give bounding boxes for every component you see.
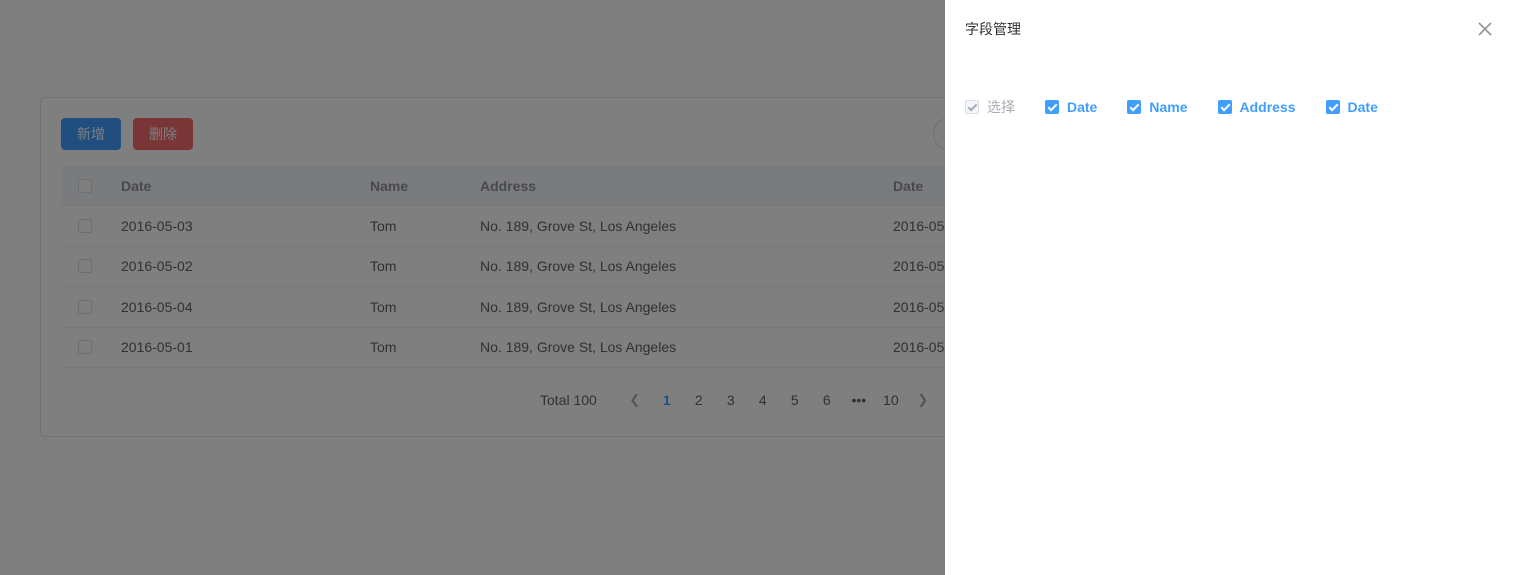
- check-icon: [1217, 100, 1232, 114]
- field-label: Name: [1149, 99, 1188, 115]
- field-label: Date: [1067, 99, 1098, 115]
- field-label: Address: [1239, 99, 1296, 115]
- field-checkbox-group: 选择 Date Name Address Date: [965, 98, 1408, 116]
- page: 新增 删除 Date Name Address Date 2016-05-03 …: [0, 0, 1520, 575]
- field-label: 选择: [987, 100, 1015, 116]
- field-label: Date: [1347, 99, 1378, 115]
- drawer-title: 字段管理: [965, 22, 1021, 38]
- field-checkbox-date-2[interactable]: Date: [1325, 99, 1378, 115]
- field-management-drawer: 字段管理 选择 Date Name Address Date: [945, 0, 1520, 575]
- close-icon[interactable]: [1475, 19, 1495, 39]
- field-checkbox-name[interactable]: Name: [1127, 99, 1188, 115]
- field-checkbox-date[interactable]: Date: [1045, 99, 1097, 115]
- field-checkbox-select[interactable]: 选择: [965, 97, 1015, 117]
- field-checkbox-address[interactable]: Address: [1217, 99, 1296, 115]
- check-icon: [965, 100, 979, 114]
- check-icon: [1325, 100, 1340, 114]
- check-icon: [1045, 100, 1059, 114]
- check-icon: [1127, 100, 1142, 114]
